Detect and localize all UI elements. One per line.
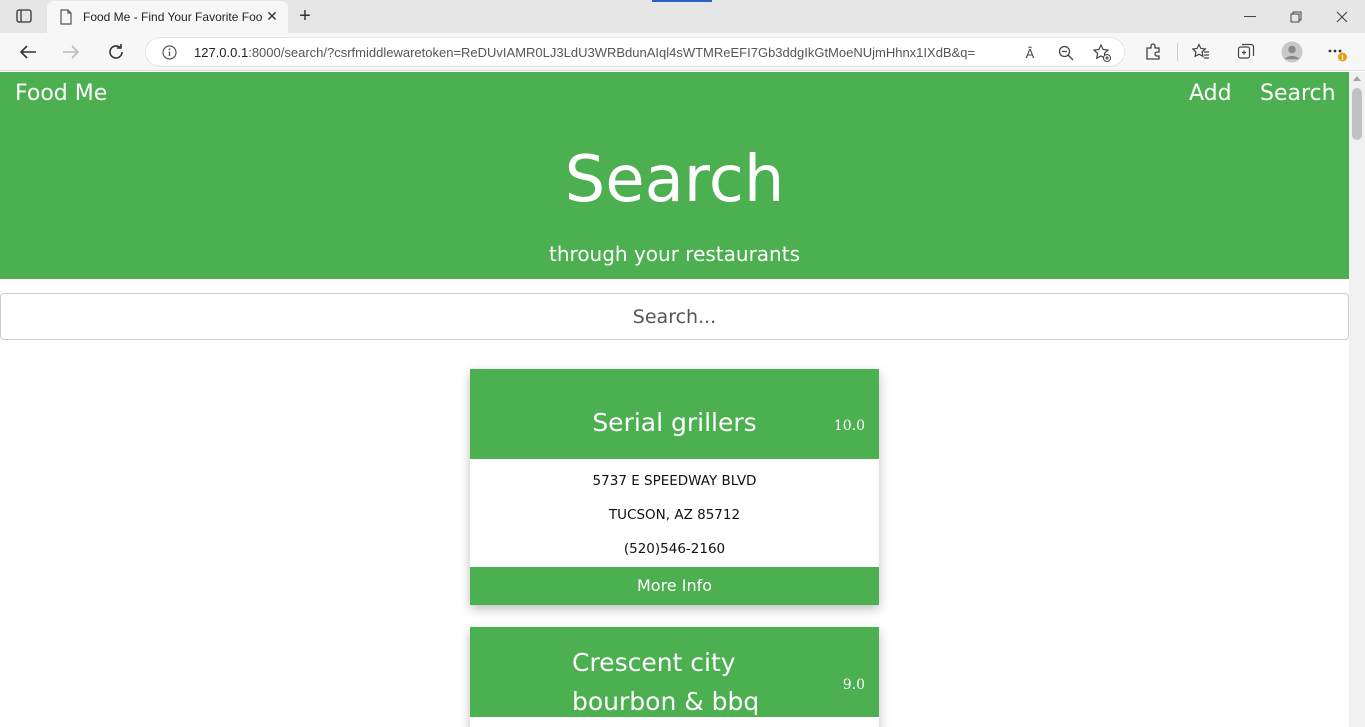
restaurant-address: 5737 E SPEEDWAY BLVD: [592, 473, 757, 489]
nav-link-add[interactable]: Add: [1189, 81, 1232, 106]
restaurant-city: TUCSON, AZ 85712: [608, 507, 741, 523]
browser-toolbar: 127.0.0.1:8000/search/?csrfmiddlewaretok…: [0, 33, 1365, 71]
more-info-button[interactable]: More Info: [470, 567, 879, 605]
profile-avatar-icon[interactable]: [1281, 41, 1303, 63]
settings-more-icon[interactable]: !: [1326, 41, 1348, 63]
restaurant-rating: 9.0: [842, 677, 865, 693]
scrollbar-thumb[interactable]: [1352, 88, 1362, 140]
restaurant-rating: 10.0: [833, 418, 865, 434]
brand-link[interactable]: Food Me: [15, 81, 107, 106]
minimize-icon[interactable]: [1227, 0, 1273, 33]
back-icon[interactable]: [14, 39, 42, 65]
restaurant-card-header: Crescent city bourbon & bbq 9.0: [470, 627, 879, 717]
tab-strip-indicator: [652, 0, 712, 2]
browser-tab-bar: Food Me - Find Your Favorite Foo ✕ +: [0, 0, 1365, 33]
restore-icon[interactable]: [1273, 0, 1319, 33]
new-tab-icon[interactable]: +: [293, 5, 317, 27]
add-favorite-icon[interactable]: [1092, 44, 1112, 62]
collections-icon[interactable]: [1235, 41, 1257, 63]
tab-close-icon[interactable]: ✕: [264, 9, 280, 25]
tab-actions-icon[interactable]: [8, 5, 40, 27]
page-title: Search: [564, 143, 785, 217]
hero-header: Food Me Add Search Search through your r…: [0, 72, 1349, 279]
site-info-icon[interactable]: [162, 45, 177, 60]
restaurant-card-header: Serial grillers 10.0: [470, 369, 879, 459]
zoom-icon[interactable]: [1056, 44, 1076, 62]
favorites-icon[interactable]: [1190, 41, 1212, 63]
restaurant-name-line-1: Crescent city: [572, 648, 736, 677]
page-subtitle: through your restaurants: [549, 242, 800, 266]
url-path: :8000/search/?csrfmiddlewaretoken=ReDUvI…: [248, 45, 976, 60]
restaurant-card-body: 5737 E SPEEDWAY BLVD TUCSON, AZ 85712 (5…: [470, 459, 879, 567]
address-bar[interactable]: 127.0.0.1:8000/search/?csrfmiddlewaretok…: [145, 37, 1125, 67]
restaurant-card: Crescent city bourbon & bbq 9.0: [470, 627, 879, 727]
search-input[interactable]: [0, 293, 1349, 340]
extensions-icon[interactable]: [1142, 41, 1164, 63]
browser-tab[interactable]: Food Me - Find Your Favorite Foo ✕: [47, 1, 288, 33]
page-content: Food Me Add Search Search through your r…: [0, 72, 1349, 727]
page-favicon-icon: [60, 9, 72, 25]
page-scrollbar[interactable]: [1349, 72, 1365, 727]
url-text[interactable]: 127.0.0.1:8000/search/?csrfmiddlewaretok…: [194, 45, 1014, 60]
scroll-up-icon[interactable]: [1353, 76, 1361, 81]
restaurant-phone: (520)546-2160: [623, 541, 726, 557]
refresh-icon[interactable]: [102, 39, 130, 65]
notification-badge: !: [1341, 54, 1344, 62]
url-host: 127.0.0.1: [194, 45, 249, 60]
read-aloud-icon[interactable]: Â: [1020, 44, 1040, 62]
restaurant-name: Serial grillers: [592, 408, 757, 437]
nav-link-search[interactable]: Search: [1260, 81, 1336, 106]
close-window-icon[interactable]: [1319, 0, 1365, 33]
restaurant-card: Serial grillers 10.0 5737 E SPEEDWAY BLV…: [470, 369, 879, 605]
restaurant-name-line-2: bourbon & bbq: [572, 687, 760, 716]
toolbar-divider: [1177, 43, 1178, 61]
tab-title: Food Me - Find Your Favorite Foo: [83, 10, 263, 24]
forward-icon[interactable]: [57, 39, 85, 65]
